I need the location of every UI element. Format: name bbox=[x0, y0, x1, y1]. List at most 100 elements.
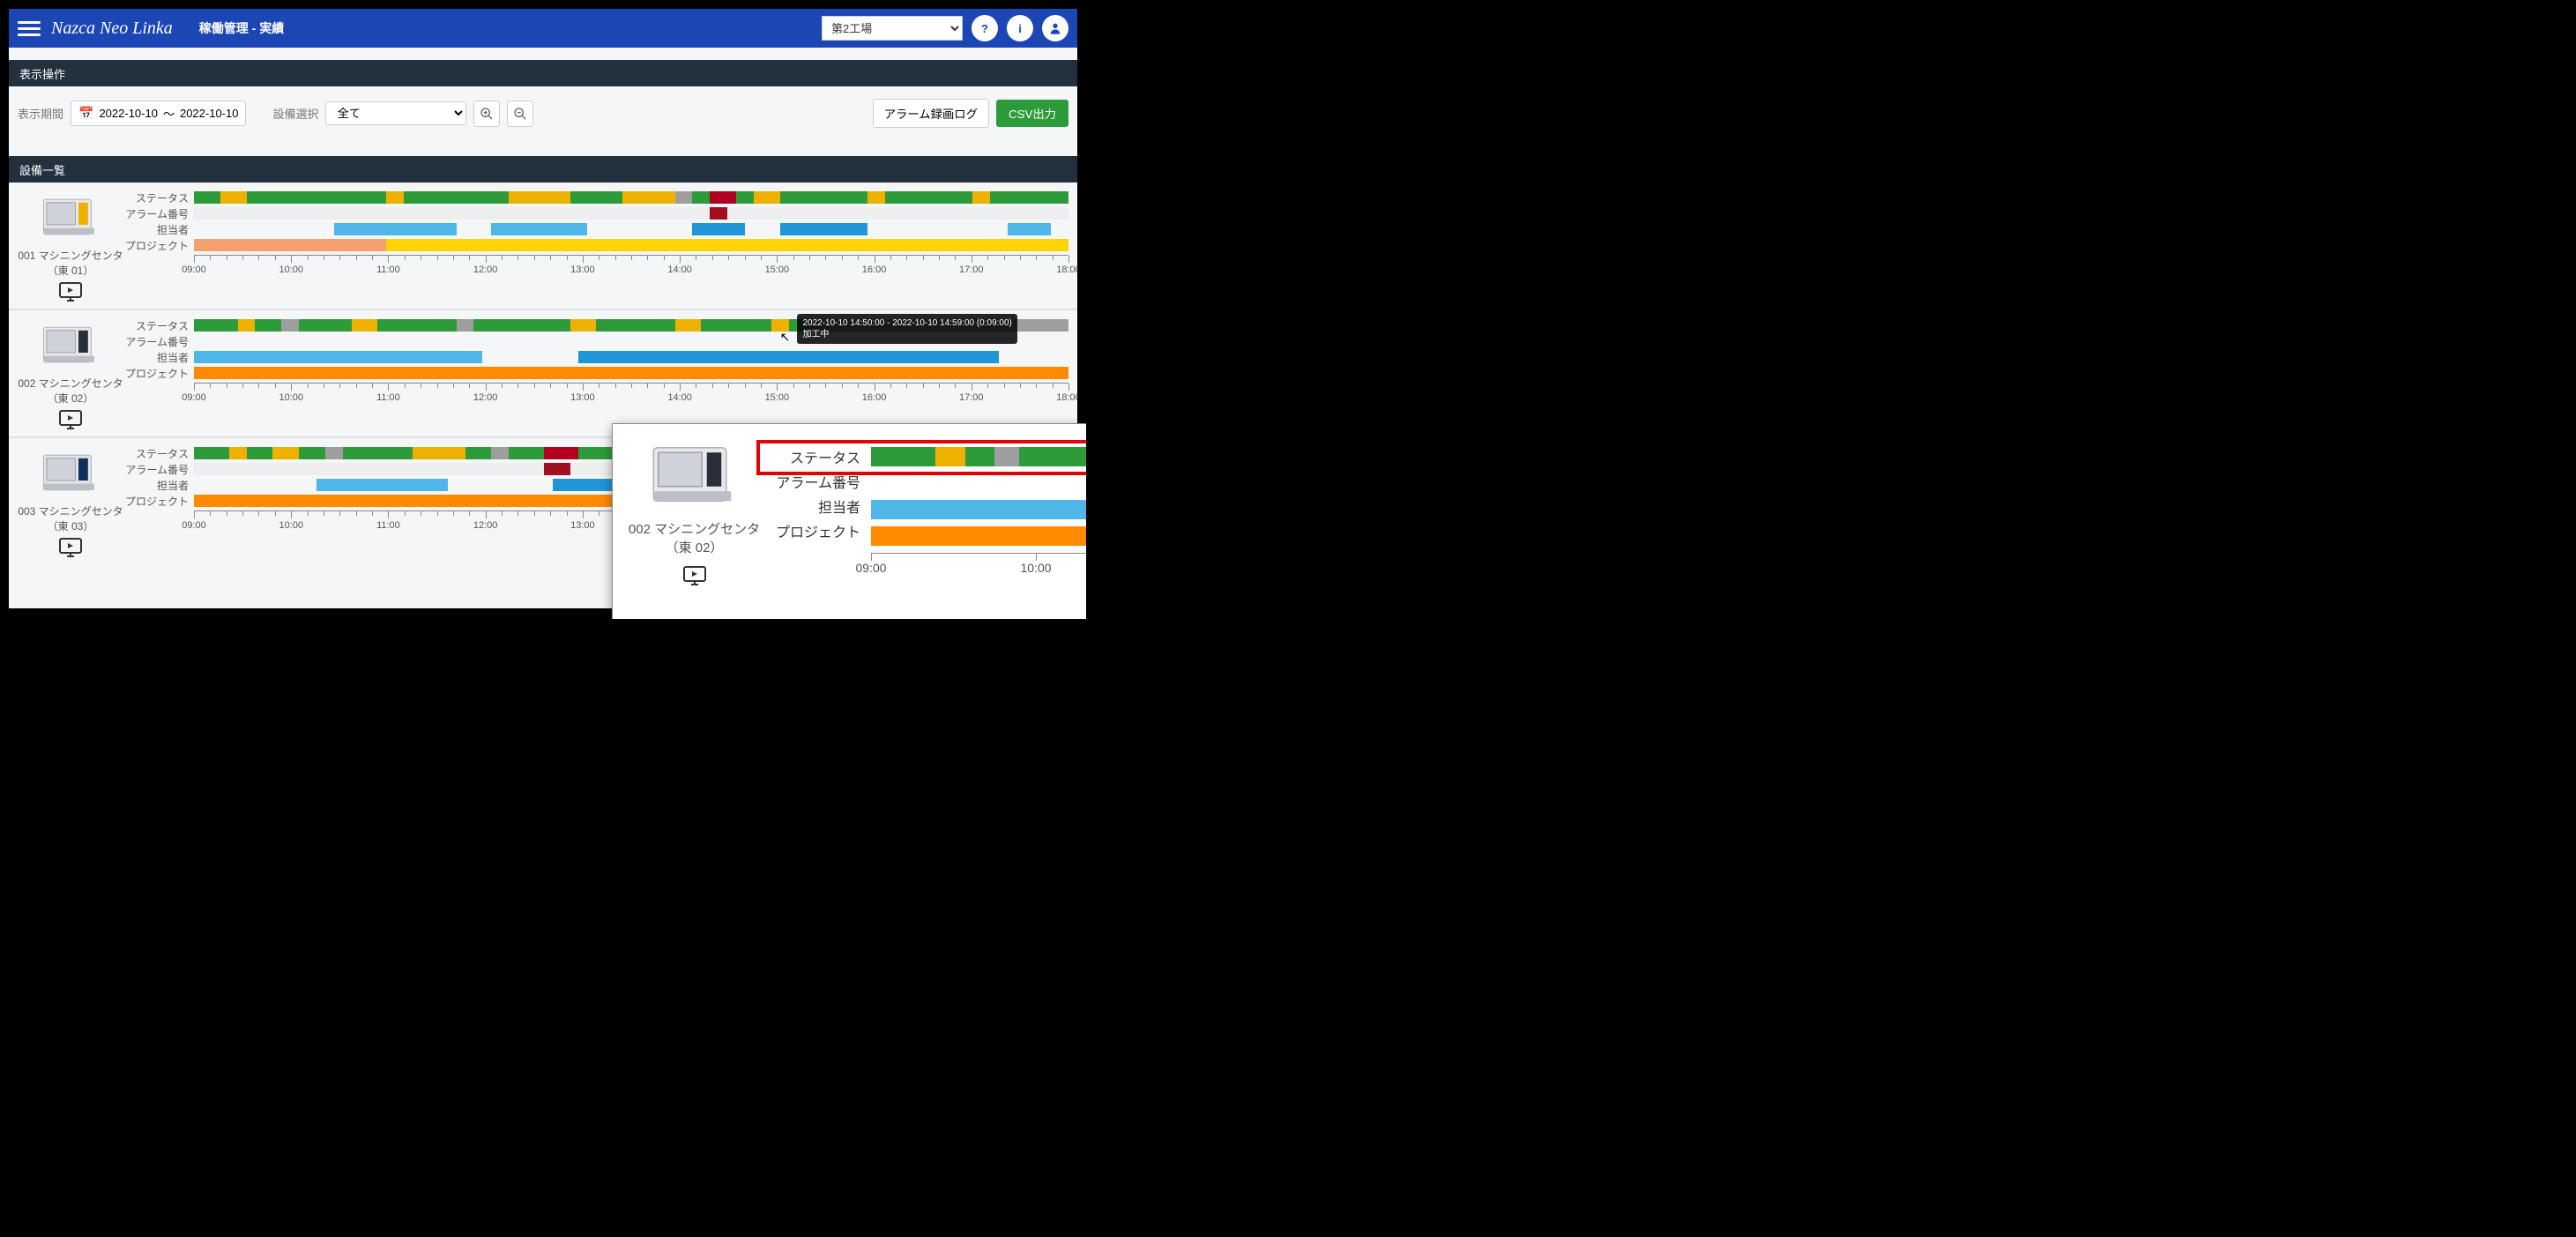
menu-icon[interactable] bbox=[18, 18, 41, 40]
gantt-segment[interactable] bbox=[736, 191, 754, 204]
gantt-segment[interactable] bbox=[299, 447, 325, 459]
gantt-segment[interactable] bbox=[596, 319, 674, 332]
monitor-icon[interactable] bbox=[682, 565, 707, 586]
monitor-icon[interactable] bbox=[58, 537, 83, 558]
gantt-segment[interactable] bbox=[194, 447, 229, 459]
gantt-segment[interactable] bbox=[299, 319, 352, 332]
gantt-segment[interactable] bbox=[404, 191, 509, 204]
gantt-segment[interactable] bbox=[675, 319, 702, 332]
gantt-segment[interactable] bbox=[194, 351, 482, 363]
gantt-segment[interactable] bbox=[871, 447, 935, 466]
gantt-segment[interactable] bbox=[692, 191, 710, 204]
zoom-out-button[interactable] bbox=[507, 101, 533, 127]
monitor-icon[interactable] bbox=[58, 281, 83, 302]
gantt-segment[interactable] bbox=[194, 191, 220, 204]
gantt-segment[interactable] bbox=[622, 191, 675, 204]
gantt-segment[interactable] bbox=[334, 223, 457, 235]
gantt-segment[interactable] bbox=[871, 500, 1086, 519]
axis-tick-label: 14:00 bbox=[667, 265, 692, 275]
gantt-segment[interactable] bbox=[316, 479, 448, 491]
gantt-segment[interactable] bbox=[325, 447, 343, 459]
gantt-segment[interactable] bbox=[465, 447, 492, 459]
user-icon[interactable] bbox=[1042, 15, 1068, 41]
gantt-segment[interactable] bbox=[281, 319, 299, 332]
gantt-segment[interactable] bbox=[229, 447, 247, 459]
gantt-segment[interactable] bbox=[509, 447, 544, 459]
gantt-segment[interactable] bbox=[553, 479, 614, 491]
axis-tick-label: 11:00 bbox=[376, 520, 400, 531]
gantt-segment[interactable] bbox=[1019, 447, 1086, 466]
zoom-in-button[interactable] bbox=[473, 101, 500, 127]
factory-select[interactable]: 第2工場 bbox=[822, 16, 963, 41]
gantt-segment[interactable] bbox=[272, 447, 299, 459]
gantt-segment[interactable] bbox=[386, 191, 404, 204]
gantt-segment[interactable] bbox=[491, 447, 509, 459]
gantt-segment[interactable] bbox=[491, 223, 587, 235]
row-label-status: ステータス bbox=[123, 319, 194, 333]
gantt-segment[interactable] bbox=[544, 447, 579, 459]
gantt-segment[interactable] bbox=[194, 367, 1068, 379]
gantt-segment[interactable] bbox=[965, 447, 995, 466]
row-label-alarm: アラーム番号 bbox=[123, 207, 194, 221]
gantt-segment[interactable] bbox=[789, 319, 807, 332]
axis-tick-label: 09:00 bbox=[855, 561, 886, 575]
gantt-segment[interactable] bbox=[994, 447, 1019, 466]
gantt-segment[interactable] bbox=[710, 207, 727, 220]
gantt-segment[interactable] bbox=[386, 239, 1068, 251]
gantt-segment[interactable] bbox=[780, 223, 867, 235]
date-range-picker[interactable]: 📅 2022-10-10 〜 2022-10-10 bbox=[71, 101, 246, 126]
row-label-person: 担当者 bbox=[123, 479, 194, 493]
gantt-segment[interactable] bbox=[935, 447, 965, 466]
gantt-segment[interactable] bbox=[972, 191, 990, 204]
gantt-segment[interactable] bbox=[238, 319, 256, 332]
csv-export-button[interactable]: CSV出力 bbox=[996, 100, 1068, 127]
row-label-project: プロジェクト bbox=[123, 367, 194, 381]
gantt-segment[interactable] bbox=[675, 191, 693, 204]
gantt-segment[interactable] bbox=[754, 191, 780, 204]
gantt-segment[interactable] bbox=[867, 191, 885, 204]
machine-image bbox=[646, 435, 743, 514]
gantt-segment[interactable] bbox=[1024, 319, 1068, 332]
machine-image bbox=[39, 191, 102, 242]
gantt-segment[interactable] bbox=[701, 319, 771, 332]
gantt-segment[interactable] bbox=[194, 319, 238, 332]
gantt-segment[interactable] bbox=[247, 191, 387, 204]
equipment-row: 002 マシニングセンタ（東 02） ステータスアラーム番号担当者プロジェクト0… bbox=[9, 310, 1077, 438]
axis-tick-label: 12:00 bbox=[473, 265, 498, 275]
gantt-segment[interactable] bbox=[473, 319, 570, 332]
gantt-segment[interactable] bbox=[255, 319, 281, 332]
gantt-segment[interactable] bbox=[377, 319, 456, 332]
gantt-segment[interactable] bbox=[509, 191, 570, 204]
gantt-segment[interactable] bbox=[780, 191, 867, 204]
axis-tick-label: 18:00 bbox=[1056, 265, 1077, 275]
monitor-icon[interactable] bbox=[58, 409, 83, 430]
calendar-icon: 📅 bbox=[78, 106, 93, 121]
gantt-segment[interactable] bbox=[413, 447, 465, 459]
gantt-segment[interactable] bbox=[570, 191, 623, 204]
gantt-segment[interactable] bbox=[806, 319, 1024, 332]
help-icon[interactable]: ? bbox=[972, 15, 998, 41]
app-title: Nazca Neo Linka bbox=[51, 19, 173, 39]
gantt-segment[interactable] bbox=[247, 447, 273, 459]
gantt-segment[interactable] bbox=[457, 319, 474, 332]
gantt-segment[interactable] bbox=[871, 526, 1086, 546]
axis-tick-label: 10:00 bbox=[279, 392, 303, 403]
gantt-segment[interactable] bbox=[578, 351, 998, 363]
gantt-segment[interactable] bbox=[220, 191, 247, 204]
gantt-segment[interactable] bbox=[194, 239, 386, 251]
gantt-segment[interactable] bbox=[885, 191, 972, 204]
equip-select[interactable]: 全て bbox=[325, 101, 466, 125]
machine-image bbox=[39, 447, 102, 498]
gantt-segment[interactable] bbox=[1008, 223, 1052, 235]
gantt-segment[interactable] bbox=[692, 223, 745, 235]
gantt-segment[interactable] bbox=[990, 191, 1068, 204]
gantt-segment[interactable] bbox=[570, 319, 597, 332]
alarm-log-button[interactable]: アラーム録画ログ bbox=[873, 99, 989, 128]
zoom-equip-info: 002 マシニングセンタ（東 02） bbox=[622, 435, 767, 619]
gantt-segment[interactable] bbox=[710, 191, 736, 204]
gantt-segment[interactable] bbox=[343, 447, 413, 459]
info-icon[interactable]: i bbox=[1007, 15, 1033, 41]
gantt-segment[interactable] bbox=[352, 319, 378, 332]
axis-tick-label: 09:00 bbox=[182, 265, 206, 275]
gantt-segment[interactable] bbox=[544, 463, 570, 475]
